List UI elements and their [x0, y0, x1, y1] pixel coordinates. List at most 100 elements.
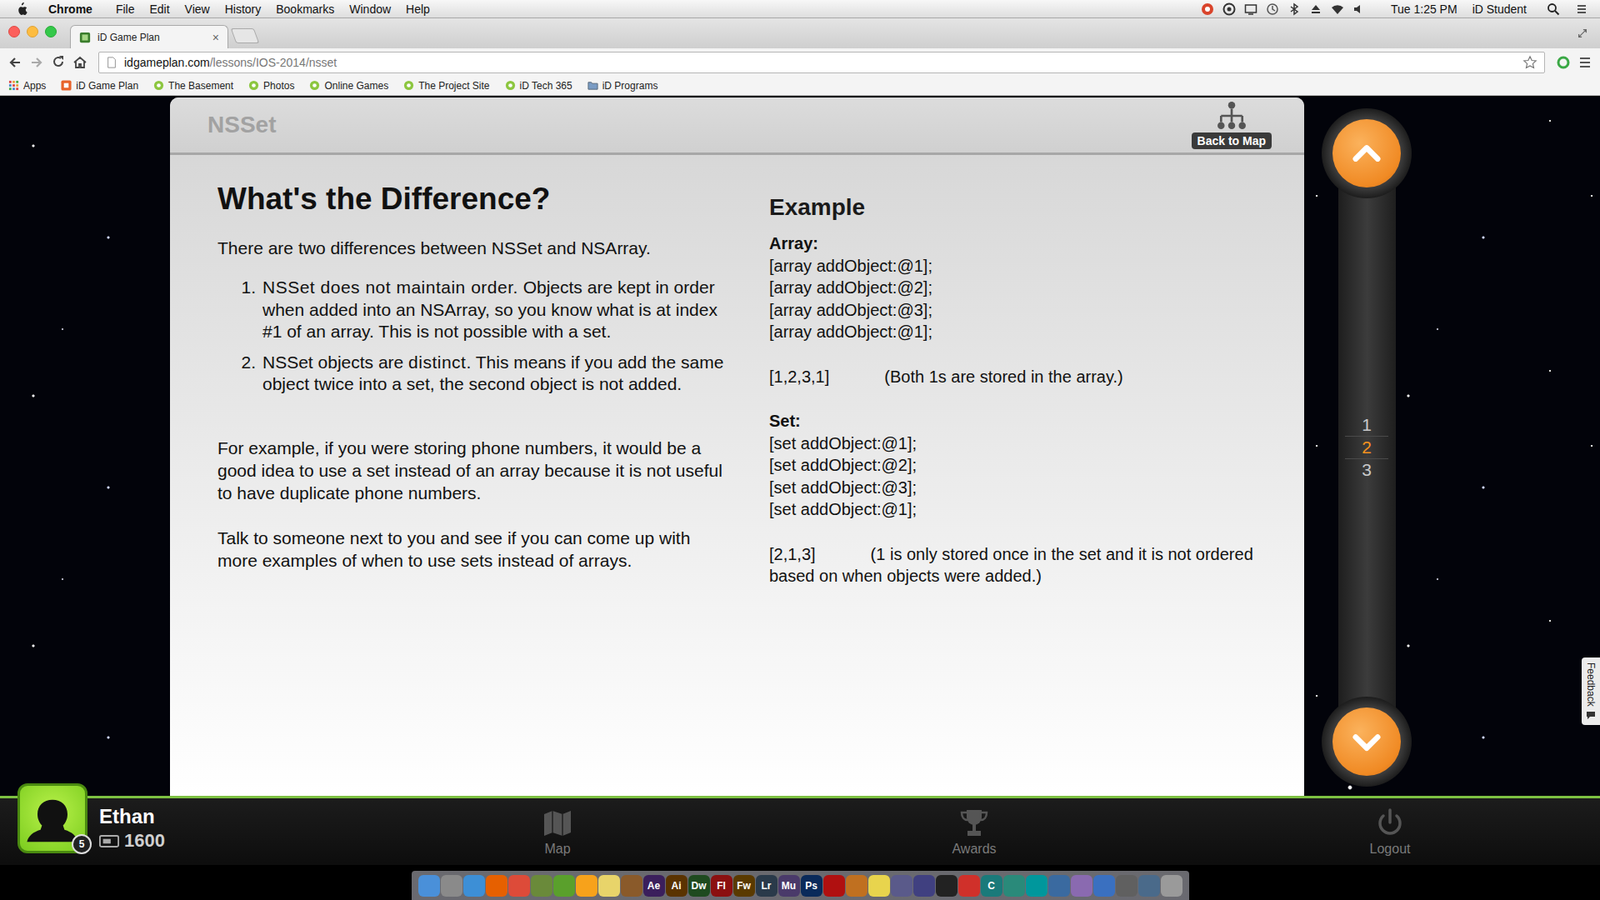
menu-item[interactable]: Edit	[149, 2, 170, 16]
page-number[interactable]: 1	[1345, 414, 1389, 436]
dock-app[interactable]: Fw	[733, 875, 755, 897]
forward-icon[interactable]	[28, 54, 45, 71]
wifi-icon[interactable]	[1330, 2, 1345, 16]
dock-app[interactable]	[868, 875, 890, 897]
dock-area: AeAiDwFlFwLrMuPs C	[0, 865, 1600, 900]
bookmark[interactable]: The Basement	[153, 80, 234, 92]
game-bar-button[interactable]: Map	[465, 806, 650, 857]
fullscreen-icon[interactable]	[1576, 27, 1589, 40]
dock-app[interactable]	[1048, 875, 1070, 897]
menu-item[interactable]: File	[115, 2, 135, 16]
bookmark[interactable]: The Project Site	[403, 80, 490, 92]
menu-item[interactable]: Window	[349, 2, 391, 16]
back-icon[interactable]	[6, 54, 24, 71]
record-icon[interactable]	[1222, 2, 1236, 16]
dock-app[interactable]: Ae	[643, 875, 665, 897]
dock-app[interactable]	[530, 875, 553, 897]
game-bar-button[interactable]: Logout	[1298, 806, 1482, 857]
dock-app[interactable]	[1115, 875, 1138, 897]
example-heading: Example	[769, 193, 1261, 222]
home-icon[interactable]	[71, 54, 89, 71]
feedback-tab[interactable]: Feedback	[1581, 657, 1600, 725]
dock-app[interactable]	[1003, 875, 1025, 897]
dock-app[interactable]: Ai	[665, 875, 688, 897]
dock-app[interactable]	[1093, 875, 1115, 897]
dock-app[interactable]	[890, 875, 913, 897]
dock-app[interactable]	[418, 875, 440, 897]
extension-icon[interactable]	[1555, 54, 1572, 71]
dock-app[interactable]	[1025, 875, 1048, 897]
menu-item[interactable]: Bookmarks	[275, 2, 335, 16]
notification-center-icon[interactable]	[1575, 2, 1589, 16]
close-window-button[interactable]	[8, 25, 20, 38]
dock-app[interactable]	[1070, 875, 1093, 897]
previous-page-button[interactable]	[1321, 108, 1412, 199]
dock-app[interactable]: Fl	[710, 875, 733, 897]
search-icon[interactable]	[1546, 2, 1560, 16]
example-result: [2,1,3](1 is only stored once in the set…	[769, 543, 1261, 588]
bookmark[interactable]: iD Tech 365	[505, 80, 573, 92]
bookmark-star-icon[interactable]	[1522, 55, 1538, 70]
dock-app[interactable]: Ps	[800, 875, 823, 897]
app-menu[interactable]: Chrome	[48, 2, 93, 16]
chrome-menu-icon[interactable]	[1576, 54, 1594, 71]
bluetooth-icon[interactable]	[1287, 2, 1301, 16]
menu-item[interactable]: History	[225, 2, 262, 16]
dock-app[interactable]	[620, 875, 643, 897]
dock-app[interactable]	[913, 875, 935, 897]
dock-app[interactable]	[598, 875, 620, 897]
heading: What's the Difference?	[217, 180, 727, 218]
back-to-map-button[interactable]: Back to Map	[1191, 100, 1272, 150]
address-bar[interactable]: idgameplan.com/lessons/IOS-2014/nsset	[98, 51, 1545, 74]
browser-tab[interactable]: iD Game Plan×	[70, 25, 229, 49]
next-page-button[interactable]	[1321, 696, 1412, 787]
user-menu[interactable]: iD Student	[1472, 2, 1527, 16]
menu-bar: Chrome File Edit View History Bookmarks Window…	[0, 0, 1600, 19]
speech-bubble-icon	[1585, 710, 1596, 720]
bookmark[interactable]: Photos	[248, 80, 295, 92]
menu-item[interactable]: Help	[405, 2, 430, 16]
bookmark[interactable]: Online Games	[309, 80, 389, 92]
dock-app[interactable]	[485, 875, 508, 897]
chevron-up-icon	[1348, 135, 1385, 172]
minimize-window-button[interactable]	[26, 25, 39, 38]
dock-app[interactable]	[958, 875, 980, 897]
tab-close-button[interactable]: ×	[212, 30, 220, 45]
bookmark[interactable]: Apps	[8, 80, 46, 92]
volume-icon[interactable]	[1352, 2, 1366, 16]
zoom-window-button[interactable]	[45, 25, 57, 38]
menu-item[interactable]: View	[185, 2, 210, 16]
page-number[interactable]: 2	[1345, 435, 1389, 459]
dock-app[interactable]	[823, 875, 845, 897]
dock-app[interactable]: C	[980, 875, 1003, 897]
bookmark[interactable]: iD Game Plan	[60, 80, 139, 92]
avatar[interactable]: 5	[17, 783, 88, 854]
eject-icon[interactable]	[1309, 2, 1323, 16]
dock-app[interactable]	[1138, 875, 1160, 897]
dock-app[interactable]: Dw	[688, 875, 710, 897]
tab-bar: iD Game Plan×	[0, 18, 1600, 49]
dock-app[interactable]	[1160, 875, 1183, 897]
dock-app[interactable]: Mu	[778, 875, 800, 897]
dock-app[interactable]	[463, 875, 485, 897]
dock-app[interactable]	[553, 875, 575, 897]
notification-icon[interactable]	[1200, 2, 1215, 16]
dock-app[interactable]	[508, 875, 530, 897]
dock-app[interactable]	[935, 875, 958, 897]
new-tab-button[interactable]	[230, 28, 260, 44]
dock-app[interactable]	[440, 875, 463, 897]
dock-app[interactable]: Lr	[755, 875, 778, 897]
page-number[interactable]: 3	[1345, 458, 1389, 481]
time-machine-icon[interactable]	[1265, 2, 1280, 16]
display-icon[interactable]	[1244, 2, 1258, 16]
bookmark[interactable]: iD Programs	[587, 80, 659, 92]
reload-icon[interactable]	[50, 54, 67, 71]
dock-app[interactable]	[575, 875, 598, 897]
dock-app[interactable]	[845, 875, 868, 897]
apple-icon[interactable]	[15, 1, 29, 16]
page-track: 123	[1338, 153, 1396, 742]
ticket-icon	[99, 834, 120, 849]
clock[interactable]: Tue 1:25 PM	[1390, 2, 1458, 16]
site-icon	[505, 80, 516, 91]
game-bar-button[interactable]: Awards	[882, 806, 1066, 857]
